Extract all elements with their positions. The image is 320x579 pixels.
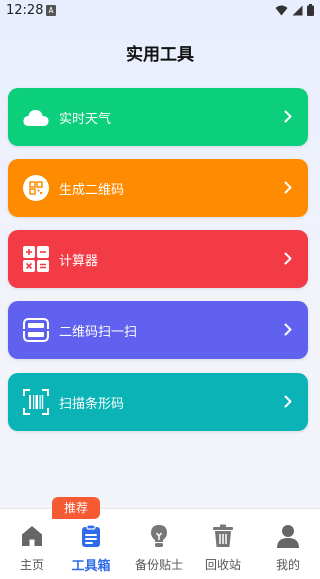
tab-toolbox[interactable]: 工具箱 <box>59 509 123 579</box>
chevron-right-icon <box>284 323 292 336</box>
home-icon <box>22 526 42 546</box>
tab-profile[interactable]: 我的 <box>256 509 320 579</box>
tool-card-label: 计算器 <box>59 254 99 269</box>
tab-label: 主页 <box>19 558 44 572</box>
tab-label: 我的 <box>275 558 300 572</box>
page-title: 实用工具 <box>126 45 194 65</box>
chevron-right-icon <box>284 181 292 194</box>
tool-card-generate-qr[interactable]: 生成二维码 <box>8 159 308 217</box>
tool-card-label: 二维码扫一扫 <box>59 325 138 340</box>
status-bar: 12:28 A <box>0 0 320 22</box>
tab-home[interactable]: 主页 <box>0 509 64 579</box>
barcode-scan-icon <box>22 388 50 416</box>
calculator-icon <box>22 245 50 273</box>
tool-card-weather[interactable]: 实时天气 <box>8 88 308 146</box>
status-time: 12:28 <box>6 3 44 18</box>
tool-card-scan-barcode[interactable]: 扫描条形码 <box>8 373 308 431</box>
tool-card-scan-qr[interactable]: 二维码扫一扫 <box>8 301 308 359</box>
tool-card-label: 实时天气 <box>59 112 112 127</box>
clipboard-icon <box>82 524 100 547</box>
tab-recycle-bin[interactable]: 回收站 <box>191 509 255 579</box>
bottom-tab-bar: 主页 工具箱 备份贴士 回收站 我的 <box>0 508 320 579</box>
scan-icon <box>22 316 50 344</box>
chevron-right-icon <box>284 252 292 265</box>
recommend-badge: 推荐 <box>52 497 100 519</box>
chevron-right-icon <box>284 395 292 408</box>
battery-icon <box>307 4 314 16</box>
wifi-icon <box>275 5 288 15</box>
tab-label: 工具箱 <box>71 559 111 574</box>
cloud-icon <box>22 103 50 131</box>
tab-label: 备份贴士 <box>134 558 183 572</box>
tab-label: 回收站 <box>204 558 241 572</box>
cellular-signal-icon <box>292 5 303 15</box>
tab-backup-tips[interactable]: 备份贴士 <box>127 509 191 579</box>
tool-card-calculator[interactable]: 计算器 <box>8 230 308 288</box>
trash-icon <box>213 524 233 547</box>
chevron-right-icon <box>284 110 292 123</box>
qr-code-icon <box>22 174 50 202</box>
notification-icon: A <box>46 5 56 16</box>
bulb-icon <box>151 525 167 547</box>
status-icons <box>275 4 314 16</box>
tool-card-label: 扫描条形码 <box>59 397 125 412</box>
person-icon <box>277 525 299 548</box>
tool-card-label: 生成二维码 <box>59 183 125 198</box>
